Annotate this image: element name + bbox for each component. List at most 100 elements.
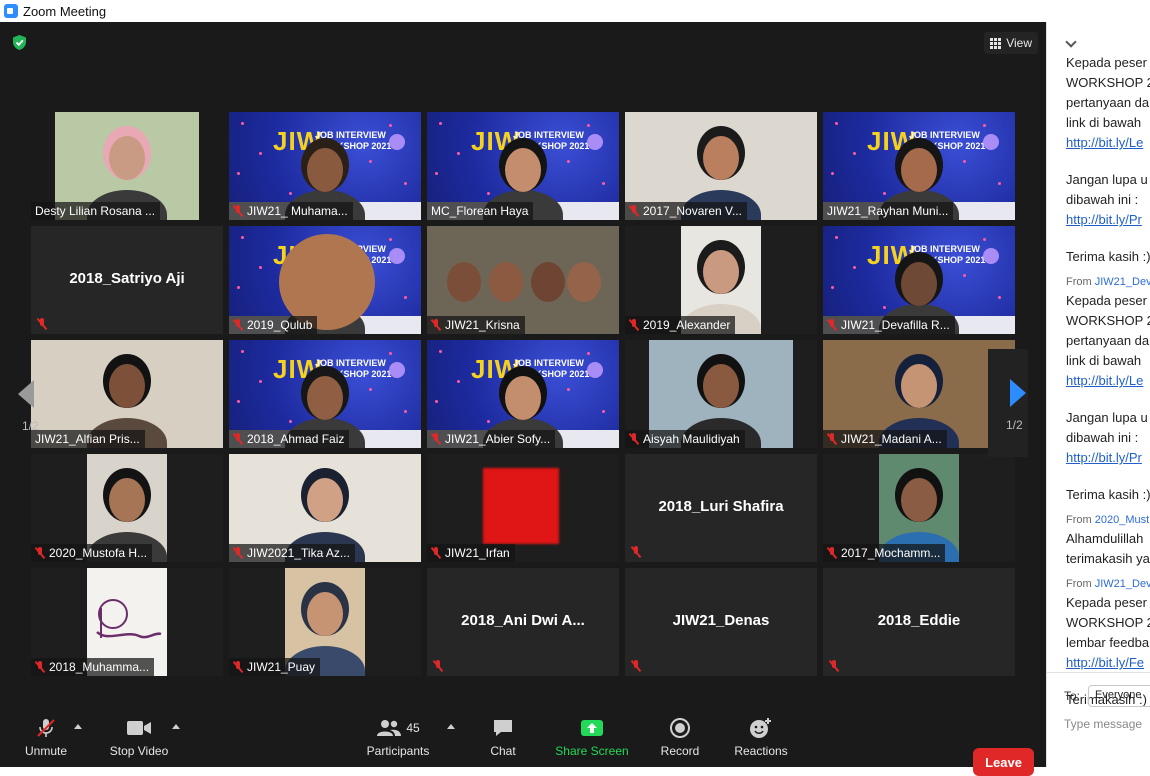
participants-options-caret[interactable] [447,724,455,729]
participant-tile[interactable]: JIW JOB INTERVIEW WORKSHOP 2021 JIW21_Devaf… [823,226,1015,334]
chat-link[interactable]: http://bit.ly/Pr [1066,448,1150,468]
person-head [531,262,565,302]
participant-tile[interactable]: JIW21_Denas [625,568,817,676]
star-graphic [259,380,262,383]
person-face [307,376,343,420]
chat-message-line: dibawah ini : [1066,430,1139,445]
mic-muted-icon [431,433,441,445]
chat-sender-prefix: From [1066,514,1092,526]
share-screen-button[interactable]: Share Screen [554,716,630,758]
star-graphic [457,152,460,155]
star-graphic [435,172,438,175]
chat-spacer [1066,391,1150,408]
chat-sender-name[interactable]: 2020_Must [1095,514,1149,526]
video-options-caret[interactable] [172,724,180,729]
participant-tile[interactable]: Aisyah Maulidiyah [625,340,817,448]
chat-link[interactable]: http://bit.ly/Le [1066,371,1150,391]
view-button[interactable]: View [984,32,1038,54]
arrow-left-icon [18,380,34,408]
star-graphic [883,192,886,195]
leave-button[interactable]: Leave [973,748,1034,776]
reactions-smiley-icon [750,718,771,738]
meeting-area: View Desty Lilian Rosana ... JIW JOB INTER… [0,22,1046,776]
stop-video-button[interactable]: Stop Video [106,716,172,758]
planet-graphic [587,134,603,150]
reactions-button[interactable]: Reactions [732,716,790,758]
chat-bubble-icon [494,720,512,736]
chat-link[interactable]: http://bit.ly/Fe [1066,653,1150,673]
participant-tile[interactable]: 2018_Luri Shafira [625,454,817,562]
chat-message-input[interactable] [1064,717,1150,731]
star-graphic [237,286,240,289]
participant-tile[interactable]: 2018_Muhamma... [31,568,223,676]
chat-button[interactable]: Chat [484,716,522,758]
star-graphic [369,388,372,391]
chat-message: From JIW21_Dev Kepada peser WORKSHOP 2 pert… [1066,273,1150,391]
participant-tile[interactable]: 2018_Satriyo Aji [31,226,223,334]
participant-tile[interactable]: JIW JOB INTERVIEW WORKSHOP 2021 JIW21_Rayha… [823,112,1015,220]
unmute-button[interactable]: Unmute [22,716,70,758]
next-page-button[interactable]: 1/2 [988,349,1028,457]
participant-name: 2019_Alexander [643,318,731,332]
meeting-toolbar: Unmute Stop Video 45 Participants Chat S… [0,708,1046,776]
participant-tile[interactable]: JIW21_Puay [229,568,421,676]
mic-muted-icon [629,319,639,331]
participant-tile[interactable]: JIW21_Irfan [427,454,619,562]
star-graphic [237,172,240,175]
planet-graphic [389,248,405,264]
participant-tile[interactable]: JIW JOB INTERVIEW WORKSHOP 2021 MC_Florean … [427,112,619,220]
chat-link[interactable]: http://bit.ly/Le [1066,133,1150,153]
participant-tile[interactable]: JIW JOB INTERVIEW WORKSHOP 2021 JIW21_Abier… [427,340,619,448]
security-shield-icon[interactable] [11,34,28,51]
chevron-down-icon[interactable] [1065,36,1077,48]
participant-name: 2018_Muhamma... [49,660,150,674]
planet-graphic [983,134,999,150]
planet-graphic [389,362,405,378]
participant-tile[interactable]: JIW21_Madani A... [823,340,1015,448]
participant-name: 2020_Mustofa H... [49,546,148,560]
chat-message-line: dibawah ini : [1066,192,1139,207]
participant-tile[interactable]: Desty Lilian Rosana ... [31,112,223,220]
participant-tile[interactable]: JIWJOB INTERVIEWWORKSHOP 20212019_Qulub [229,226,421,334]
participant-tile[interactable]: JIW21_Alfian Pris... [31,340,223,448]
mic-muted-icon [431,319,441,331]
chat-panel: Kepada peser WORKSHOP 2 pertanyaan da link … [1046,22,1150,767]
chat-recipient-select[interactable]: Everyone [1088,685,1150,707]
unmute-label: Unmute [24,744,68,758]
participant-tile[interactable]: 2018_Ani Dwi A... [427,568,619,676]
person-face [307,148,343,192]
participant-name: JIW21_Alfian Pris... [35,432,140,446]
participant-tile[interactable]: 2019_Alexander [625,226,817,334]
mic-muted-icon [37,318,47,330]
participant-name-label: 2018_Muhamma... [31,658,155,676]
mic-muted-icon [829,660,839,672]
participants-button[interactable]: 45 Participants [364,716,432,758]
chat-message-line: Kepada peser [1066,55,1147,70]
chat-message-line: Jangan lupa u [1066,410,1148,425]
star-graphic [883,306,886,309]
participant-tile[interactable]: JIW2021_Tika Az... [229,454,421,562]
participant-tile[interactable]: JIW JOB INTERVIEW WORKSHOP 2021 JIW21_ Muha… [229,112,421,220]
star-graphic [241,122,244,125]
participant-name: JIW21_Irfan [445,546,510,560]
mic-muted-icon [629,433,639,445]
chat-sender-name[interactable]: JIW21_Dev [1095,276,1150,288]
participant-tile[interactable]: 2020_Mustofa H... [31,454,223,562]
star-graphic [835,122,838,125]
chat-message-line: Terima kasih :) [1066,487,1150,502]
chat-sender: From JIW21_Dev [1066,575,1150,593]
participant-tile[interactable]: 2018_Eddie [823,568,1015,676]
previous-page-button[interactable]: 1/2 [8,367,44,457]
participant-tile[interactable]: JIW JOB INTERVIEW WORKSHOP 2021 2018_Ahmad … [229,340,421,448]
participant-tile[interactable]: 2017_Novaren V... [625,112,817,220]
participant-tile[interactable]: 2017_Mochamm... [823,454,1015,562]
participant-name: JIW21_Devafilla R... [841,318,950,332]
view-label: View [1006,36,1032,50]
participant-name: Aisyah Maulidiyah [643,432,740,446]
chat-link[interactable]: http://bit.ly/Pr [1066,210,1150,230]
audio-options-caret[interactable] [74,724,82,729]
participant-tile[interactable]: JIW21_Krisna [427,226,619,334]
red-video-block [483,468,559,544]
chat-sender-name[interactable]: JIW21_Dev [1095,578,1150,590]
record-button[interactable]: Record [658,716,702,758]
